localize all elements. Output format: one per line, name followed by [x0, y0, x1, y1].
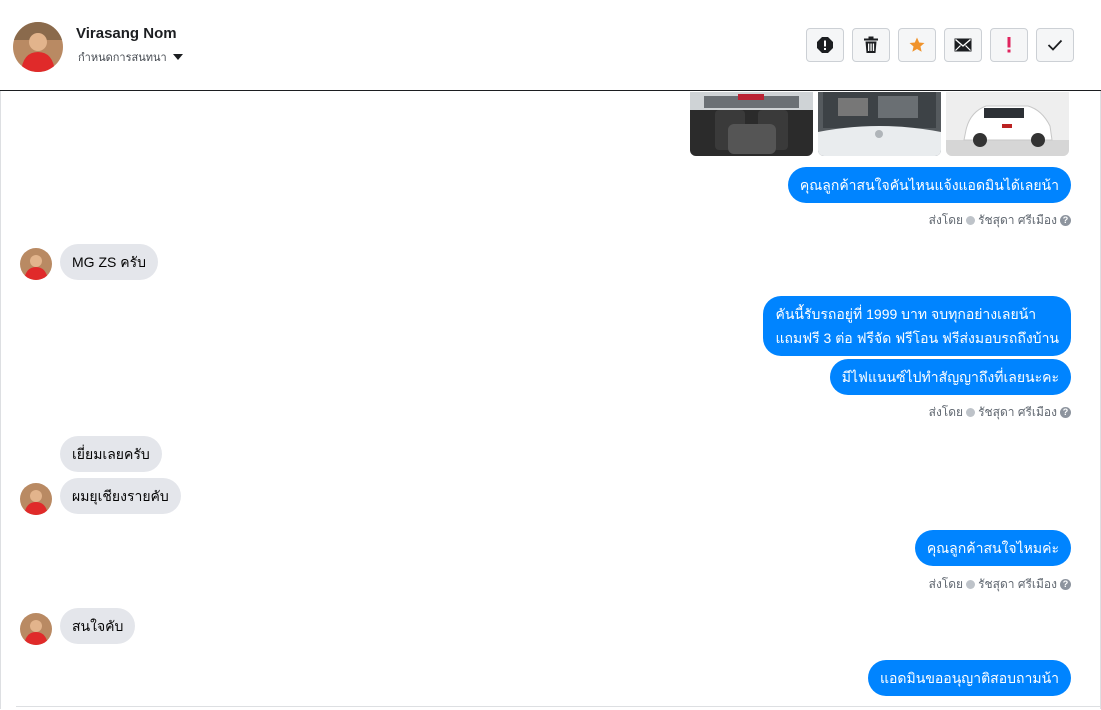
star-icon — [909, 37, 925, 52]
outgoing-message[interactable]: คุณลูกค้าสนใจไหมค่ะ — [914, 530, 1071, 566]
car-interior-photo[interactable] — [690, 92, 813, 156]
incoming-message[interactable]: เยี่ยมเลยครับ — [60, 436, 162, 472]
page-badge-icon — [966, 408, 976, 417]
contact-avatar-small[interactable] — [20, 613, 52, 645]
mark-done-button[interactable] — [1036, 28, 1074, 62]
page-badge-icon — [966, 580, 976, 589]
check-icon — [1047, 39, 1063, 51]
exclamation-icon — [1007, 37, 1011, 53]
delete-button[interactable] — [852, 28, 890, 62]
message-line: คันนี้รับรถอยู่ที่ 1999 บาท จบทุกอย่างเล… — [775, 306, 1037, 322]
message-line: แถมฟรี 3 ต่อ ฟรีจัด ฟรีโอน ฟรีส่งมอบรถถึ… — [775, 330, 1059, 346]
sent-by-info: ส่งโดย รัชสุดา ศรีเมือง ? — [929, 211, 1071, 230]
message-thread[interactable]: คุณลูกค้าสนใจคันไหนแจ้งแอดมินได้เลยน้า ส… — [0, 92, 1101, 709]
agent-name[interactable]: รัชสุดา ศรีเมือง — [978, 403, 1057, 422]
agent-name[interactable]: รัชสุดา ศรีเมือง — [978, 211, 1057, 230]
sent-by-info: ส่งโดย รัชสุดา ศรีเมือง ? — [929, 403, 1071, 422]
contact-avatar-small[interactable] — [20, 483, 52, 515]
sent-by-label: ส่งโดย — [928, 577, 964, 591]
composer-divider — [16, 706, 1101, 710]
contact-avatar-small[interactable] — [20, 248, 52, 280]
white-car-photo[interactable] — [946, 92, 1069, 156]
conversation-toolbar — [806, 28, 1074, 62]
incoming-message[interactable]: MG ZS ครับ — [60, 244, 158, 280]
contact-avatar[interactable] — [13, 22, 63, 72]
outgoing-message[interactable]: คุณลูกค้าสนใจคันไหนแจ้งแอดมินได้เลยน้า — [787, 167, 1071, 203]
conversation-header: Virasang Nom กำหนดการสนทนา — [0, 0, 1101, 91]
incoming-message[interactable]: สนใจคับ — [60, 608, 136, 644]
conversation-setting-label: กำหนดการสนทนา — [78, 52, 167, 64]
outgoing-message[interactable]: มีไฟแนนซ์ไปทำสัญญาถึงที่เลยนะคะ — [829, 359, 1071, 395]
alert-circle-icon — [817, 37, 833, 53]
sent-by-label: ส่งโดย — [928, 213, 964, 227]
sent-by-info: ส่งโดย รัชสุดา ศรีเมือง ? — [929, 575, 1071, 594]
caret-down-icon — [172, 54, 183, 60]
trash-icon — [864, 36, 878, 53]
follow-up-button[interactable] — [990, 28, 1028, 62]
help-icon[interactable]: ? — [1060, 579, 1071, 590]
engine-bay-photo[interactable] — [818, 92, 941, 156]
incoming-message[interactable]: ผมยุเชียงรายคับ — [60, 478, 181, 514]
conversation-setting-dropdown[interactable]: กำหนดการสนทนา — [78, 48, 183, 66]
sent-by-label: ส่งโดย — [928, 405, 964, 419]
star-button[interactable] — [898, 28, 936, 62]
outgoing-message[interactable]: คันนี้รับรถอยู่ที่ 1999 บาท จบทุกอย่างเล… — [763, 296, 1071, 356]
help-icon[interactable]: ? — [1060, 215, 1071, 226]
mark-unread-button[interactable] — [944, 28, 982, 62]
mail-icon — [954, 38, 972, 52]
page-badge-icon — [966, 216, 976, 225]
contact-name[interactable]: Virasang Nom — [76, 25, 177, 42]
mark-spam-button[interactable] — [806, 28, 844, 62]
help-icon[interactable]: ? — [1060, 407, 1071, 418]
outgoing-message[interactable]: แอดมินขออนุญาติสอบถามน้า — [868, 660, 1071, 696]
agent-name[interactable]: รัชสุดา ศรีเมือง — [978, 575, 1057, 594]
